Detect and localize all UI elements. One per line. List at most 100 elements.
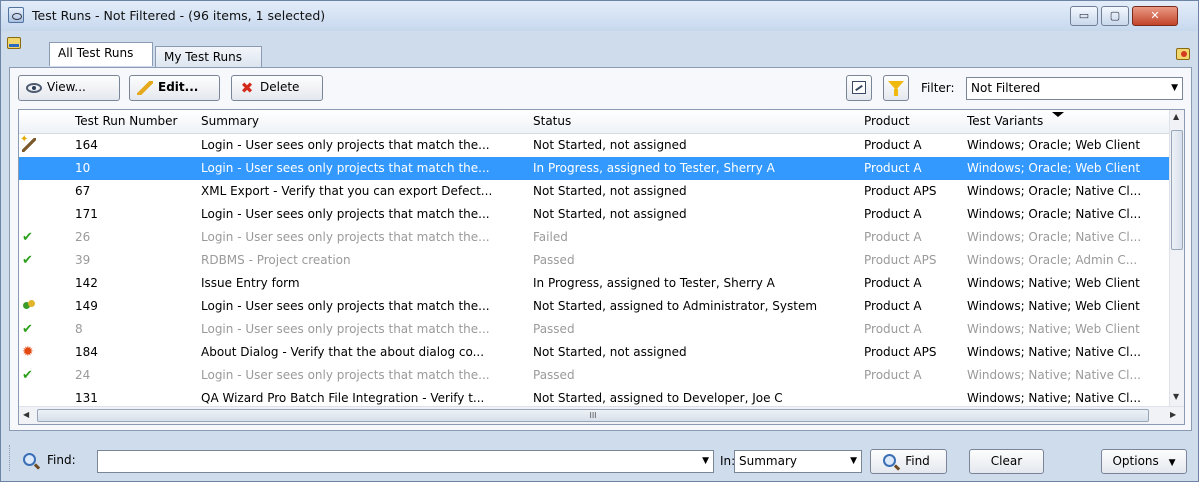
cell-test-run-number: 164 — [75, 138, 98, 152]
find-button-label: Find — [905, 454, 930, 468]
close-button[interactable]: ✕ — [1132, 6, 1178, 26]
cell-test-variants: Windows; Native; Native Cl... — [967, 391, 1141, 405]
cell-test-run-number: 184 — [75, 345, 98, 359]
cell-test-run-number: 142 — [75, 276, 98, 290]
find-label: Find: — [47, 453, 76, 467]
column-test-run-number[interactable]: Test Run Number — [75, 114, 177, 128]
cell-summary: Login - User sees only projects that mat… — [201, 322, 490, 336]
vertical-scrollbar[interactable]: ▲ ▼ — [1169, 110, 1184, 406]
cell-test-run-number: 39 — [75, 253, 91, 267]
scroll-right-icon[interactable]: ▶ — [1170, 410, 1176, 419]
table-row[interactable]: 67 XML Export - Verify that you can expor… — [19, 180, 1169, 203]
delete-button[interactable]: ✖ Delete — [231, 75, 323, 101]
cell-status: Passed — [533, 322, 575, 336]
table-row[interactable]: 184 About Dialog - Verify that the about … — [19, 341, 1169, 364]
cell-test-variants: Windows; Native; Native Cl... — [967, 368, 1141, 382]
test-runs-grid: Test Run Number Summary Status Product T… — [18, 109, 1185, 425]
cell-test-run-number: 149 — [75, 299, 98, 313]
table-row[interactable]: 24 Login - User sees only projects that m… — [19, 364, 1169, 387]
table-row[interactable]: 39 RDBMS - Project creation Passed Product … — [19, 249, 1169, 272]
horizontal-scroll-thumb[interactable]: III — [37, 409, 1149, 422]
view-button[interactable]: View... — [18, 75, 120, 101]
view-button-label: View... — [47, 80, 86, 94]
sort-descending-icon — [1052, 112, 1064, 117]
cell-status: In Progress, assigned to Tester, Sherry … — [533, 161, 775, 175]
close-tab-icon[interactable] — [1176, 48, 1190, 60]
scroll-up-icon[interactable]: ▲ — [1173, 112, 1179, 121]
pencil-icon — [137, 81, 153, 95]
folder-icon[interactable] — [7, 37, 21, 49]
tab-all-test-runs[interactable]: All Test Runs — [49, 42, 153, 66]
cell-test-variants: Windows; Oracle; Web Client — [967, 138, 1141, 152]
title-bar[interactable]: Test Runs - Not Filtered - (96 items, 1 … — [1, 1, 1198, 31]
options-button[interactable]: Options ▼ — [1101, 449, 1187, 474]
cell-status: Not Started, assigned to Administrator, … — [533, 299, 818, 313]
cell-status: Not Started, assigned to Developer, Joe … — [533, 391, 783, 405]
cell-product: Product A — [864, 299, 922, 313]
cell-summary: Issue Entry form — [201, 276, 300, 290]
cell-product: Product APS — [864, 345, 937, 359]
grid-header: Test Run Number Summary Status Product T… — [19, 110, 1169, 134]
check-icon — [22, 253, 36, 267]
eye-icon — [26, 83, 42, 93]
filter-value: Not Filtered — [971, 81, 1041, 95]
cell-summary: Login - User sees only projects that mat… — [201, 207, 490, 221]
tab-strip: All Test Runs My Test Runs — [1, 31, 1198, 68]
column-test-variants[interactable]: Test Variants — [967, 114, 1043, 128]
check-icon — [22, 322, 36, 336]
toolbar-grip[interactable] — [9, 445, 12, 471]
search-field-select[interactable]: Summary ▼ — [734, 450, 862, 473]
find-input[interactable]: ▼ — [97, 450, 714, 473]
cell-summary: Login - User sees only projects that mat… — [201, 230, 490, 244]
minimize-button[interactable]: ▭ — [1070, 6, 1098, 26]
filter-button[interactable] — [883, 75, 909, 101]
column-summary[interactable]: Summary — [201, 114, 259, 128]
cell-summary: Login - User sees only projects that mat… — [201, 368, 490, 382]
table-row[interactable]: 164 Login - User sees only projects that … — [19, 134, 1169, 157]
cell-product: Product A — [864, 207, 922, 221]
clear-button[interactable]: Clear — [969, 449, 1044, 474]
table-row[interactable]: 10 Login - User sees only projects that m… — [19, 157, 1169, 180]
chevron-down-icon: ▼ — [1171, 83, 1178, 93]
cell-product: Product A — [864, 230, 922, 244]
table-row[interactable]: 26 Login - User sees only projects that m… — [19, 226, 1169, 249]
cell-test-run-number: 67 — [75, 184, 91, 198]
column-status[interactable]: Status — [533, 114, 571, 128]
cell-test-variants: Windows; Oracle; Native Cl... — [967, 230, 1142, 244]
cell-product: Product A — [864, 276, 922, 290]
cell-test-run-number: 171 — [75, 207, 98, 221]
cell-test-run-number: 131 — [75, 391, 98, 405]
test-runs-window: Test Runs - Not Filtered - (96 items, 1 … — [0, 0, 1199, 482]
edit-button[interactable]: Edit... — [129, 75, 220, 101]
cell-test-run-number: 26 — [75, 230, 91, 244]
search-field-value: Summary — [739, 454, 797, 468]
cell-status: Passed — [533, 253, 575, 267]
table-row[interactable]: 149 Login - User sees only projects that … — [19, 295, 1169, 318]
find-button[interactable]: Find — [870, 449, 947, 474]
maximize-button[interactable]: ▢ — [1101, 6, 1129, 26]
vertical-scroll-thumb[interactable] — [1171, 130, 1183, 250]
filter-select[interactable]: Not Filtered ▼ — [966, 77, 1183, 100]
cell-status: Not Started, not assigned — [533, 138, 687, 152]
funnel-icon — [888, 81, 904, 96]
chevron-down-icon[interactable]: ▼ — [702, 451, 709, 472]
tab-my-test-runs[interactable]: My Test Runs — [155, 46, 262, 68]
delete-x-icon: ✖ — [240, 79, 254, 97]
column-product[interactable]: Product — [864, 114, 910, 128]
chevron-down-icon: ▼ — [1168, 458, 1176, 468]
cell-product: Product A — [864, 138, 922, 152]
report-button[interactable] — [846, 75, 872, 101]
table-row[interactable]: 8 Login - User sees only projects that ma… — [19, 318, 1169, 341]
scroll-down-icon[interactable]: ▼ — [1173, 392, 1179, 401]
cell-test-variants: Windows; Native; Web Client — [967, 276, 1140, 290]
report-icon — [852, 81, 866, 94]
table-row[interactable]: 171 Login - User sees only projects that … — [19, 203, 1169, 226]
table-row[interactable]: 142 Issue Entry form In Progress, assigned… — [19, 272, 1169, 295]
cell-status: In Progress, assigned to Tester, Sherry … — [533, 276, 775, 290]
cell-status: Not Started, not assigned — [533, 345, 687, 359]
cell-test-variants: Windows; Native; Web Client — [967, 299, 1140, 313]
cell-status: Passed — [533, 368, 575, 382]
horizontal-scrollbar[interactable]: ◀ III ▶ — [19, 406, 1184, 424]
scroll-left-icon[interactable]: ◀ — [23, 410, 29, 419]
cell-summary: Login - User sees only projects that mat… — [201, 299, 490, 313]
